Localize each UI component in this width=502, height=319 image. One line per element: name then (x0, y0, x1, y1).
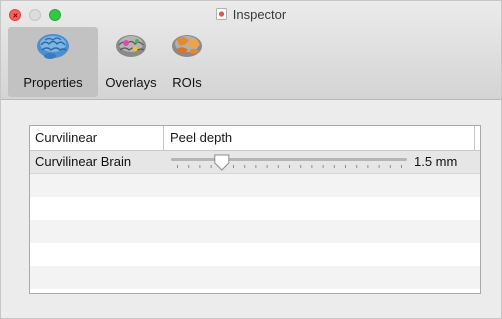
slider-tick (210, 165, 212, 168)
slider-tick (367, 165, 369, 168)
empty-row (30, 289, 480, 293)
slider-tick (266, 165, 268, 168)
slider-tick (177, 165, 178, 168)
brain-roi-icon (172, 35, 202, 57)
brain-surface-icon (37, 34, 69, 59)
window-title-wrap: Inspector (1, 6, 501, 24)
table-body: Curvilinear Brain 1.5 mm (30, 151, 480, 293)
tab-label-rois: ROIs (172, 75, 202, 90)
slider-tick (300, 165, 302, 168)
properties-panel: Curvilinear Peel depth Curvilinear Brain… (1, 100, 501, 318)
table-row[interactable]: Curvilinear Brain 1.5 mm (30, 151, 480, 174)
column-header-curvilinear[interactable]: Curvilinear (30, 126, 164, 150)
slider-tick (233, 165, 234, 168)
tab-overlays[interactable]: Overlays (98, 27, 164, 97)
inspector-window: Inspector Properties Overlays ROIs Curvi… (0, 0, 502, 319)
empty-row (30, 197, 480, 220)
window-title: Inspector (232, 7, 287, 22)
title-bar: Inspector Properties Overlays ROIs (1, 1, 501, 100)
slider-tick (188, 165, 190, 168)
tab-label-overlays: Overlays (105, 75, 157, 90)
slider-ticks (177, 165, 402, 168)
slider-tick (277, 165, 279, 168)
tab-rois[interactable]: ROIs (164, 27, 210, 97)
document-icon (215, 8, 227, 20)
slider-knob (214, 154, 230, 171)
slider-tick (345, 165, 346, 168)
peel-depth-value: 1.5 mm (414, 154, 458, 169)
empty-row (30, 174, 480, 197)
tab-properties[interactable]: Properties (8, 27, 98, 97)
empty-row (30, 243, 480, 266)
table-header: Curvilinear Peel depth (30, 126, 480, 151)
tab-label-properties: Properties (23, 75, 83, 90)
slider-tick (255, 165, 257, 168)
empty-row (30, 220, 480, 243)
slider-tick (322, 165, 324, 168)
slider-tick (389, 165, 391, 168)
slider-track (171, 158, 407, 161)
curvilinear-table: Curvilinear Peel depth Curvilinear Brain… (29, 125, 481, 294)
slider-tick (311, 165, 313, 168)
slider-tick (401, 165, 402, 168)
slider-tick (333, 165, 335, 168)
peel-depth-slider[interactable] (171, 154, 407, 172)
column-header-peel-depth[interactable]: Peel depth (165, 126, 475, 150)
slider-tick (356, 165, 358, 168)
brain-overlay-icon (116, 35, 146, 57)
empty-row (30, 266, 480, 289)
slider-tick (199, 165, 201, 168)
slider-tick (244, 165, 246, 168)
slider-tick (378, 165, 380, 168)
slider-tick (289, 165, 290, 168)
row-name: Curvilinear Brain (35, 154, 132, 169)
